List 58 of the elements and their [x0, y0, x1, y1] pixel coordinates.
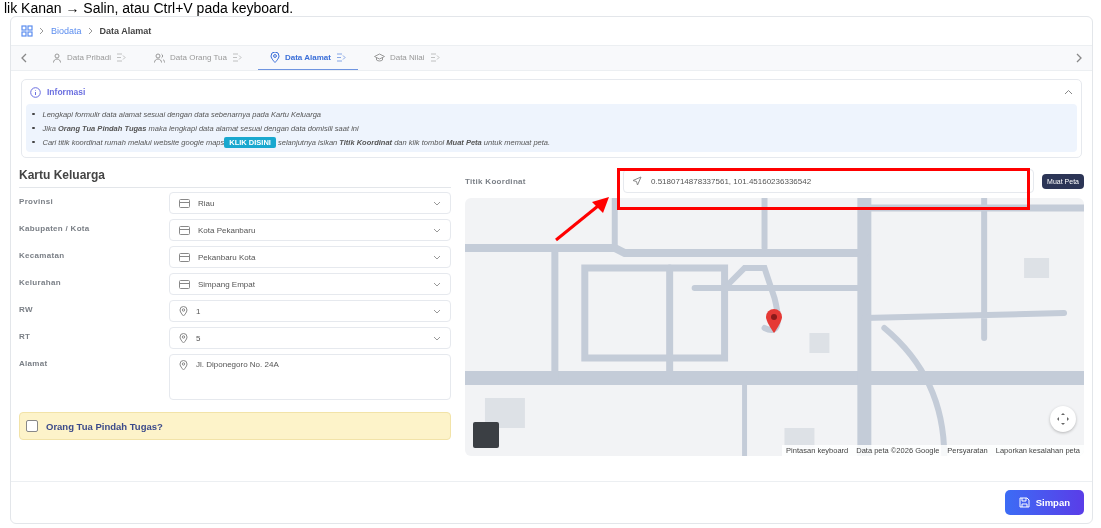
fullscreen-button[interactable]: [1050, 406, 1076, 432]
location-pin-icon: [179, 360, 188, 371]
field-label: RT: [19, 331, 32, 341]
people-icon: [154, 52, 166, 63]
location-pin-icon: [179, 332, 188, 344]
chevron-down-icon: [433, 335, 441, 341]
chevron-right-icon[interactable]: [1075, 53, 1082, 63]
graduation-cap-icon: [373, 53, 385, 62]
field-label: Kelurahan: [19, 277, 62, 287]
chevron-down-icon: [433, 227, 441, 233]
checkbox[interactable]: [26, 420, 38, 432]
four-arrows-icon: [1056, 412, 1070, 426]
select-field[interactable]: Pekanbaru Kota: [169, 246, 451, 268]
checkbox-label[interactable]: Orang Tua Pindah Tugas?: [46, 420, 163, 432]
card-icon: [179, 198, 190, 208]
field-label: Kabupaten / Kota: [19, 223, 91, 233]
annotation-arrow: [554, 196, 610, 242]
chevron-down-icon: [433, 200, 441, 206]
step-arrow-icon: [429, 53, 440, 62]
info-title: Informasi: [47, 87, 86, 97]
address-field[interactable]: Jl. Diponegoro No. 24A: [169, 354, 451, 400]
chevron-down-icon: [433, 254, 441, 260]
field-label: Alamat: [19, 358, 49, 368]
chevron-right-icon: [39, 27, 45, 35]
chevron-right-icon: [87, 27, 94, 35]
floppy-disk-icon: [1018, 497, 1030, 508]
select-field[interactable]: 1: [169, 300, 451, 322]
step-arrow-icon: [335, 53, 346, 62]
card-icon: [179, 225, 190, 235]
chevron-down-icon: [433, 308, 441, 314]
step-arrow-icon: [231, 53, 242, 62]
chevron-left-icon[interactable]: [21, 53, 28, 63]
save-button[interactable]: Simpan: [1004, 490, 1084, 515]
select-field[interactable]: Riau: [169, 192, 451, 214]
select-field[interactable]: Kota Pekanbaru: [169, 219, 451, 241]
field-label: Provinsi: [19, 196, 54, 206]
card-icon: [179, 279, 190, 289]
person-icon: [52, 52, 62, 63]
info-icon: [30, 86, 41, 98]
field-label: Titik Koordinat: [465, 176, 527, 186]
card-icon: [179, 252, 190, 262]
breadcrumb-current: Data Alamat: [99, 26, 152, 36]
select-field[interactable]: 5: [169, 327, 451, 349]
field-label: Kecamatan: [19, 250, 66, 260]
location-pin-icon: [269, 52, 280, 63]
grid-icon[interactable]: [21, 25, 33, 37]
caption-text: lik Kanan → Salin, atau Ctrl+V pada keyboard.: [3, 0, 295, 16]
navigation-arrow-icon: [632, 176, 642, 186]
select-field[interactable]: Simpang Empat: [169, 273, 451, 295]
location-pin-icon: [179, 305, 188, 317]
field-label: RW: [19, 304, 34, 314]
map-pin-icon: [765, 308, 783, 334]
section-title: Kartu Keluarga: [19, 168, 451, 188]
chevron-up-icon[interactable]: [1064, 89, 1073, 95]
step-arrow-icon: [116, 53, 127, 62]
map-type-thumbnail[interactable]: [473, 422, 499, 448]
tab[interactable]: Data Alamat: [257, 46, 358, 70]
chevron-down-icon: [433, 281, 441, 287]
